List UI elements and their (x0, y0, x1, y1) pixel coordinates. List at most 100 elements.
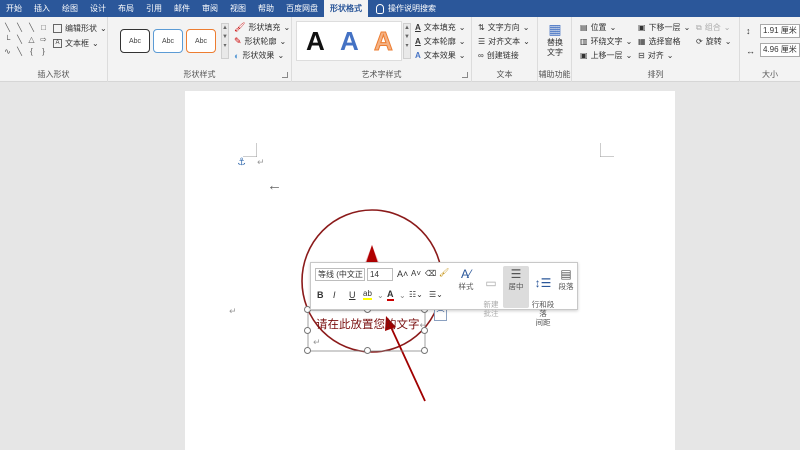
line-spacing-button[interactable]: ↕☰ 行和段落 间距 (529, 266, 557, 336)
shape-style-gallery-scroll[interactable]: ▲ ▼ ▾ (221, 23, 229, 59)
clear-format-icon[interactable]: ⌫ (425, 269, 436, 278)
bullets-icon[interactable]: ☷⌄ (409, 290, 423, 299)
group-title-arrange: 排列 (647, 70, 664, 79)
underline-button[interactable]: U (349, 290, 356, 300)
shape-style-preset-orange[interactable]: Abc (186, 29, 216, 53)
highlight-dropdown-icon[interactable]: ⌄ (377, 291, 384, 300)
ribbon: ╲ ╲ ╲ □ └ ╲ △ ⇨ ∿ ╲ { } 编辑形状 ⌄ A 文本框 ⌄ 插入形… (0, 17, 800, 82)
shape-height-input[interactable]: 1.91 厘米 (760, 24, 800, 38)
wordart-preset-black[interactable]: A (306, 26, 325, 57)
tab-insert[interactable]: 插入 (28, 0, 56, 17)
edit-shape-button[interactable]: 编辑形状 ⌄ (53, 23, 107, 34)
group-accessibility: ▦ 替换文字 辅助功能 (538, 17, 572, 82)
elbow-connector-icon[interactable]: ╲ (15, 35, 24, 44)
shape-fill-button[interactable]: 🖌 形状填充 ⌄ (234, 22, 290, 33)
paint-bucket-icon: 🖌 (234, 22, 246, 32)
tab-layout[interactable]: 布局 (112, 0, 140, 17)
text-outline-icon: A (415, 37, 421, 46)
numbering-icon[interactable]: ☰⌄ (429, 290, 443, 299)
textbox-content[interactable]: 请在此放置您的文字↵ (316, 316, 427, 332)
italic-button[interactable]: I (333, 290, 336, 300)
grow-font-icon[interactable]: A˄ (397, 269, 408, 279)
line-shape-icon[interactable]: ╲ (15, 23, 24, 32)
new-comment-button[interactable]: ▭ 新建 批注 (478, 266, 504, 327)
wordart-gallery-scroll[interactable]: ▲ ▼ ▾ (403, 23, 411, 59)
alt-text-button[interactable]: ▦ 替换文字 (542, 21, 568, 58)
tell-me-label: 操作说明搜索 (388, 4, 436, 13)
font-color-dropdown-icon[interactable]: ⌄ (399, 291, 406, 300)
create-link-button[interactable]: ∞ 创建链接 (478, 50, 519, 61)
tab-help[interactable]: 帮助 (252, 0, 280, 17)
resize-handle[interactable] (304, 347, 311, 354)
tab-review[interactable]: 审阅 (196, 0, 224, 17)
group-wordart-styles: A A A ▲ ▼ ▾ A 文本填充 ⌄ A 文本轮廓 ⌄ A 文本效果 ⌄ 艺术字样式 (292, 17, 472, 82)
triangle-shape-icon[interactable]: △ (27, 35, 36, 44)
group-title-insert-shapes: 插入形状 (37, 70, 70, 79)
elbow-connector-icon[interactable]: └ (3, 35, 12, 44)
dialog-launcher-icon[interactable] (462, 72, 468, 78)
text-box-button[interactable]: A 文本框 ⌄ (53, 38, 99, 49)
position-button[interactable]: ▤ 位置 ⌄ (580, 22, 616, 33)
font-size-select[interactable]: 14 (367, 268, 393, 281)
tab-draw[interactable]: 绘图 (56, 0, 84, 17)
rotate-icon: ⟳ (696, 37, 703, 46)
wrap-text-icon: ▥ (580, 37, 588, 46)
line-shape-icon[interactable]: ╲ (27, 23, 36, 32)
tab-references[interactable]: 引用 (140, 0, 168, 17)
curve-shape-icon[interactable]: ╲ (15, 47, 24, 56)
tab-baidu-netdisk[interactable]: 百度网盘 (280, 0, 324, 17)
shrink-font-icon[interactable]: A˅ (411, 269, 421, 278)
floating-mini-toolbar: 等线 (中文正 14 A˄ A˅ ⌫ 🖌 B I U ab ⌄ A ⌄ ☷⌄ ☰… (310, 262, 578, 327)
wrap-text-button[interactable]: ▥ 环绕文字 ⌄ (580, 36, 632, 47)
text-outline-button[interactable]: A 文本轮廓 ⌄ (415, 36, 465, 47)
curve-shape-icon[interactable]: ∿ (3, 47, 12, 56)
position-icon: ▤ (580, 23, 588, 32)
bring-forward-button[interactable]: ▣ 上移一层 ⌄ (580, 50, 632, 61)
shape-width-input[interactable]: 4.96 厘米 (760, 43, 800, 57)
wordart-preset-orange[interactable]: A (374, 26, 394, 57)
rotate-button[interactable]: ⟳ 旋转 ⌄ (696, 36, 731, 47)
format-painter-icon[interactable]: 🖌 (439, 268, 449, 277)
tab-design[interactable]: 设计 (84, 0, 112, 17)
font-name-select[interactable]: 等线 (中文正 (315, 268, 365, 281)
red-triangle-marker (366, 245, 378, 263)
brace-shape-icon[interactable]: { (27, 47, 36, 56)
wordart-preset-blue[interactable]: A (340, 26, 359, 57)
send-backward-button[interactable]: ▣ 下移一层 ⌄ (638, 22, 690, 33)
dialog-launcher-icon[interactable] (282, 72, 288, 78)
tab-shape-format[interactable]: 形状格式 (324, 0, 368, 17)
alt-text-icon: ▦ (548, 21, 562, 37)
highlight-icon[interactable]: ab (363, 289, 372, 300)
text-direction-button[interactable]: ⇅ 文字方向 ⌄ (478, 22, 529, 33)
resize-handle[interactable] (421, 347, 428, 354)
brace-shape-icon[interactable]: } (39, 47, 48, 56)
font-color-icon[interactable]: A (387, 289, 394, 301)
center-button[interactable]: ☰ 居中 (503, 266, 529, 308)
tab-home[interactable]: 开始 (0, 0, 28, 17)
selection-pane-button[interactable]: ▦ 选择窗格 (638, 36, 681, 47)
ribbon-tab-bar: 开始 插入 绘图 设计 布局 引用 邮件 审阅 视图 帮助 百度网盘 形状格式 … (0, 0, 800, 17)
text-box-icon: A (53, 39, 62, 48)
tell-me-search[interactable]: 操作说明搜索 (368, 0, 436, 17)
resize-handle[interactable] (364, 347, 371, 354)
group-objects-button[interactable]: ⧉ 组合 ⌄ (696, 22, 730, 33)
styles-button[interactable]: A⁄ 样式 (453, 266, 479, 291)
arrow-shape-icon[interactable]: ⇨ (39, 35, 48, 44)
text-effects-button[interactable]: A 文本效果 ⌄ (415, 50, 465, 61)
tab-view[interactable]: 视图 (224, 0, 252, 17)
align-button[interactable]: ⊟ 对齐 ⌄ (638, 50, 673, 61)
rectangle-shape-icon[interactable]: □ (39, 23, 48, 32)
align-text-button[interactable]: ☰ 对齐文本 ⌄ (478, 36, 530, 47)
resize-handle[interactable] (304, 327, 311, 334)
shape-style-preset-blue[interactable]: Abc (153, 29, 183, 53)
shape-outline-button[interactable]: ✎ 形状轮廓 ⌄ (234, 36, 286, 47)
bold-button[interactable]: B (317, 290, 324, 300)
shape-effects-button[interactable]: ◐ 形状效果 ⌄ (234, 50, 284, 61)
line-shape-icon[interactable]: ╲ (3, 23, 12, 32)
shape-gallery[interactable]: ╲ ╲ ╲ □ └ ╲ △ ⇨ ∿ ╲ { } (3, 23, 47, 56)
tab-mailings[interactable]: 邮件 (168, 0, 196, 17)
paragraph-mark: ↵ (313, 337, 321, 347)
paragraph-button[interactable]: ▤ 段落 (555, 266, 577, 291)
shape-style-preset-dark[interactable]: Abc (120, 29, 150, 53)
text-fill-button[interactable]: A 文本填充 ⌄ (415, 22, 465, 33)
